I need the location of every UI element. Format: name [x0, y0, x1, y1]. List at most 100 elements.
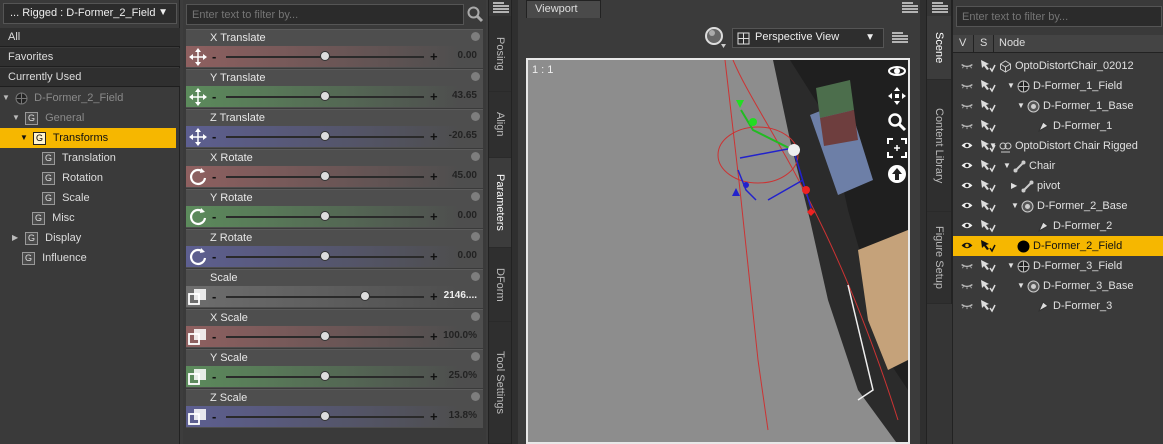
expand-triangle-icon[interactable]: ▼: [12, 108, 22, 128]
viewport-tab[interactable]: Viewport: [526, 0, 601, 18]
scene-node-row[interactable]: D-Former_2: [953, 216, 1163, 236]
node-selector-dropdown[interactable]: ... Rigged : D-Former_2_Field ▼: [3, 3, 177, 24]
scene-filter-input[interactable]: [956, 6, 1162, 27]
parameter-value[interactable]: 100.0%: [427, 330, 477, 341]
gear-icon[interactable]: [471, 272, 480, 281]
eye-icon[interactable]: [960, 201, 974, 210]
tree-group-influence[interactable]: G Influence: [0, 248, 180, 268]
scene-node-row[interactable]: ▼ D-Former_3_Field: [953, 256, 1163, 276]
slider-band[interactable]: - +25.0%: [186, 366, 483, 387]
selectable-cursor-icon[interactable]: [980, 79, 996, 93]
slider-band[interactable]: - +0.00: [186, 246, 483, 267]
scene-node-row[interactable]: ▼ D-Former_3_Base: [953, 276, 1163, 296]
selectable-cursor-icon[interactable]: [980, 219, 996, 233]
slider-thumb[interactable]: [320, 251, 330, 261]
category-all[interactable]: All: [0, 28, 180, 47]
scene-node-row[interactable]: OptoDistortChair_02012: [953, 56, 1163, 76]
eye-icon[interactable]: [960, 121, 974, 130]
selectable-cursor-icon[interactable]: [980, 179, 996, 193]
selectable-cursor-icon[interactable]: [980, 299, 996, 313]
collapse-triangle-icon[interactable]: ▶: [12, 228, 22, 248]
tree-group-transforms[interactable]: ▼ G Transforms: [0, 128, 176, 148]
expand-triangle-icon[interactable]: ▼: [1017, 96, 1025, 116]
eye-icon[interactable]: [960, 101, 974, 110]
scene-node-row[interactable]: ▼ D-Former_1_Field: [953, 76, 1163, 96]
gear-icon[interactable]: [471, 352, 480, 361]
parameter-value[interactable]: 43.65: [427, 90, 477, 101]
tree-group-scale[interactable]: G Scale: [0, 188, 180, 208]
decrement-button[interactable]: -: [212, 129, 222, 144]
parameter-value[interactable]: -20.65: [427, 130, 477, 141]
slider-band[interactable]: - +100.0%: [186, 326, 483, 347]
eye-icon[interactable]: [960, 181, 974, 190]
gear-icon[interactable]: [471, 232, 480, 241]
decrement-button[interactable]: -: [212, 289, 222, 304]
expand-triangle-icon[interactable]: ▼: [1007, 76, 1015, 96]
selectable-cursor-icon[interactable]: [980, 59, 996, 73]
parameter-slider[interactable]: Y Scale - +25.0%: [186, 349, 483, 388]
slider-band[interactable]: - +45.00: [186, 166, 483, 187]
parameter-value[interactable]: 0.00: [427, 210, 477, 221]
tree-group-rotation[interactable]: G Rotation: [0, 168, 180, 188]
parameter-slider[interactable]: Z Scale - +13.8%: [186, 389, 483, 428]
slider-thumb[interactable]: [359, 291, 370, 301]
column-visible[interactable]: V: [959, 37, 966, 49]
scene-node-row[interactable]: ▶ pivot: [953, 176, 1163, 196]
tree-group-display[interactable]: ▶ G Display: [0, 228, 180, 248]
collapse-triangle-icon[interactable]: ▶: [1011, 176, 1017, 196]
parameter-filter-input[interactable]: [186, 4, 464, 25]
selectable-cursor-icon[interactable]: [980, 259, 996, 273]
slider-track[interactable]: [226, 296, 424, 298]
parameter-slider[interactable]: X Scale - +100.0%: [186, 309, 483, 348]
scene-node-row[interactable]: D-Former_2_Field: [953, 236, 1163, 256]
parameter-slider[interactable]: Scale - +2146....: [186, 269, 483, 308]
slider-thumb[interactable]: [320, 51, 330, 61]
selectable-cursor-icon[interactable]: [980, 119, 996, 133]
decrement-button[interactable]: -: [212, 249, 222, 264]
category-currently-used[interactable]: Currently Used: [0, 68, 180, 87]
tab-dform[interactable]: DForm: [489, 248, 511, 322]
zoom-icon[interactable]: [887, 112, 907, 132]
eye-icon[interactable]: [960, 81, 974, 90]
expand-triangle-icon[interactable]: ▼: [1007, 256, 1015, 276]
slider-thumb[interactable]: [320, 371, 330, 381]
slider-band[interactable]: - +0.00: [186, 46, 483, 67]
scene-node-row[interactable]: ▼ D-Former_2_Base: [953, 196, 1163, 216]
gear-icon[interactable]: [471, 152, 480, 161]
tree-group-misc[interactable]: G Misc: [0, 208, 180, 228]
decrement-button[interactable]: -: [212, 369, 222, 384]
gear-icon[interactable]: [471, 72, 480, 81]
up-arrow-icon[interactable]: [887, 164, 907, 184]
menu-icon[interactable]: [932, 2, 948, 14]
parameter-slider[interactable]: Y Rotate - +0.00: [186, 189, 483, 228]
expand-triangle-icon[interactable]: ▼: [1011, 196, 1019, 216]
frame-icon[interactable]: [887, 138, 907, 158]
selectable-cursor-icon[interactable]: [980, 99, 996, 113]
slider-band[interactable]: - +0.00: [186, 206, 483, 227]
category-favorites[interactable]: Favorites: [0, 48, 180, 67]
expand-triangle-icon[interactable]: ▼: [2, 88, 12, 108]
eye-icon[interactable]: [960, 161, 974, 170]
parameter-slider[interactable]: Z Rotate - +0.00: [186, 229, 483, 268]
tab-tool-settings[interactable]: Tool Settings: [489, 322, 511, 444]
tab-scene[interactable]: Scene: [927, 16, 951, 80]
tab-posing[interactable]: Posing: [489, 16, 511, 92]
menu-icon[interactable]: [493, 2, 509, 14]
column-node[interactable]: Node: [999, 37, 1025, 49]
selectable-cursor-icon[interactable]: [980, 199, 996, 213]
slider-thumb[interactable]: [320, 91, 330, 101]
slider-thumb[interactable]: [320, 131, 330, 141]
gear-icon[interactable]: [471, 392, 480, 401]
decrement-button[interactable]: -: [212, 409, 222, 424]
parameter-value[interactable]: 2146....: [427, 290, 477, 301]
slider-thumb[interactable]: [320, 411, 330, 421]
column-selectable[interactable]: S: [980, 37, 987, 49]
decrement-button[interactable]: -: [212, 169, 222, 184]
parameter-value[interactable]: 13.8%: [427, 410, 477, 421]
orbit-icon[interactable]: [887, 62, 907, 80]
draw-style-icon[interactable]: [704, 26, 728, 50]
slider-thumb[interactable]: [320, 211, 330, 221]
gear-icon[interactable]: [471, 312, 480, 321]
selectable-cursor-icon[interactable]: [980, 159, 996, 173]
decrement-button[interactable]: -: [212, 49, 222, 64]
